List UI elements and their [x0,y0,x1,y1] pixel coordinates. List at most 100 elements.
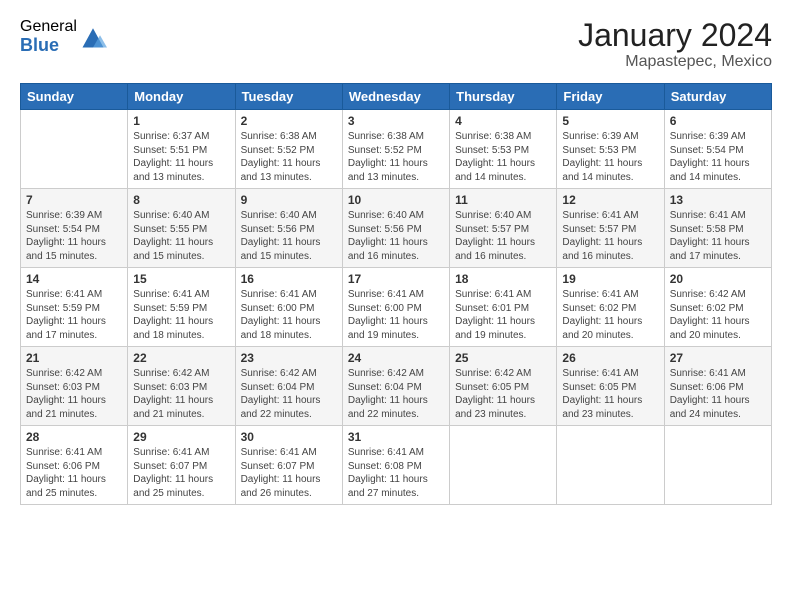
day-info: Sunrise: 6:42 AMSunset: 6:04 PMDaylight:… [241,367,337,421]
day-info: Sunrise: 6:41 AMSunset: 5:59 PMDaylight:… [26,288,122,342]
table-row: 31 Sunrise: 6:41 AMSunset: 6:08 PMDayligh… [342,426,449,505]
table-row: 6Sunrise: 6:39 AMSunset: 5:54 PMDaylight… [664,110,771,189]
col-tuesday: Tuesday [235,84,342,110]
day-number: 15 [133,272,229,286]
table-row: 3 Sunrise: 6:38 AMSunset: 5:52 PMDaylight… [342,110,449,189]
table-row: 23 Sunrise: 6:42 AMSunset: 6:04 PMDayligh… [235,347,342,426]
day-number: 7 [26,193,122,207]
day-info: Sunrise: 6:38 AMSunset: 5:53 PMDaylight:… [455,130,551,184]
col-friday: Friday [557,84,664,110]
logo-blue: Blue [20,36,77,56]
col-monday: Monday [128,84,235,110]
calendar-week-5: 28 Sunrise: 6:41 AMSunset: 6:06 PMDayligh… [21,426,772,505]
day-info: Sunrise: 6:42 AMSunset: 6:03 PMDaylight:… [133,367,229,421]
table-row: 14Sunrise: 6:41 AMSunset: 5:59 PMDayligh… [21,268,128,347]
day-number: 11 [455,193,551,207]
day-number: 16 [241,272,337,286]
table-row: 21 Sunrise: 6:42 AMSunset: 6:03 PMDayligh… [21,347,128,426]
table-row: 9 Sunrise: 6:40 AMSunset: 5:56 PMDaylight… [235,189,342,268]
day-info: Sunrise: 6:41 AMSunset: 6:06 PMDaylight:… [26,446,122,500]
day-info: Sunrise: 6:41 AMSunset: 5:58 PMDaylight:… [670,209,766,263]
table-row [557,426,664,505]
header: General Blue January 2024 Mapastepec, Me… [20,18,772,71]
day-number: 5 [562,114,658,128]
day-number: 29 [133,430,229,444]
day-info: Sunrise: 6:41 AMSunset: 6:07 PMDaylight:… [241,446,337,500]
table-row: 28 Sunrise: 6:41 AMSunset: 6:06 PMDayligh… [21,426,128,505]
day-number: 28 [26,430,122,444]
table-row: 17Sunrise: 6:41 AMSunset: 6:00 PMDayligh… [342,268,449,347]
calendar-week-1: 1 Sunrise: 6:37 AMSunset: 5:51 PMDaylight… [21,110,772,189]
day-number: 6 [670,114,766,128]
day-number: 19 [562,272,658,286]
day-info: Sunrise: 6:41 AMSunset: 6:05 PMDaylight:… [562,367,658,421]
page: General Blue January 2024 Mapastepec, Me… [0,0,792,515]
day-number: 24 [348,351,444,365]
day-number: 20 [670,272,766,286]
day-number: 4 [455,114,551,128]
table-row: 4 Sunrise: 6:38 AMSunset: 5:53 PMDaylight… [450,110,557,189]
day-info: Sunrise: 6:39 AMSunset: 5:54 PMDaylight:… [26,209,122,263]
day-info: Sunrise: 6:42 AMSunset: 6:02 PMDaylight:… [670,288,766,342]
day-number: 21 [26,351,122,365]
day-info: Sunrise: 6:41 AMSunset: 6:08 PMDaylight:… [348,446,444,500]
day-number: 26 [562,351,658,365]
calendar-table: Sunday Monday Tuesday Wednesday Thursday… [20,83,772,505]
table-row [664,426,771,505]
logo: General Blue [20,18,107,55]
day-number: 9 [241,193,337,207]
day-info: Sunrise: 6:41 AMSunset: 6:02 PMDaylight:… [562,288,658,342]
day-number: 2 [241,114,337,128]
table-row: 26 Sunrise: 6:41 AMSunset: 6:05 PMDayligh… [557,347,664,426]
table-row: 20 Sunrise: 6:42 AMSunset: 6:02 PMDayligh… [664,268,771,347]
day-number: 31 [348,430,444,444]
day-info: Sunrise: 6:41 AMSunset: 6:00 PMDaylight:… [241,288,337,342]
day-info: Sunrise: 6:37 AMSunset: 5:51 PMDaylight:… [133,130,229,184]
day-number: 30 [241,430,337,444]
day-info: Sunrise: 6:42 AMSunset: 6:04 PMDaylight:… [348,367,444,421]
table-row: 24 Sunrise: 6:42 AMSunset: 6:04 PMDayligh… [342,347,449,426]
table-row: 13Sunrise: 6:41 AMSunset: 5:58 PMDayligh… [664,189,771,268]
day-info: Sunrise: 6:39 AMSunset: 5:53 PMDaylight:… [562,130,658,184]
day-number: 18 [455,272,551,286]
calendar-header-row: Sunday Monday Tuesday Wednesday Thursday… [21,84,772,110]
day-info: Sunrise: 6:40 AMSunset: 5:55 PMDaylight:… [133,209,229,263]
table-row: 29Sunrise: 6:41 AMSunset: 6:07 PMDayligh… [128,426,235,505]
location-subtitle: Mapastepec, Mexico [578,53,772,71]
day-info: Sunrise: 6:41 AMSunset: 5:59 PMDaylight:… [133,288,229,342]
table-row: 10Sunrise: 6:40 AMSunset: 5:56 PMDayligh… [342,189,449,268]
table-row: 25 Sunrise: 6:42 AMSunset: 6:05 PMDayligh… [450,347,557,426]
col-sunday: Sunday [21,84,128,110]
day-number: 23 [241,351,337,365]
day-number: 25 [455,351,551,365]
day-info: Sunrise: 6:40 AMSunset: 5:57 PMDaylight:… [455,209,551,263]
col-saturday: Saturday [664,84,771,110]
day-number: 22 [133,351,229,365]
table-row [21,110,128,189]
logo-general: General [20,18,77,36]
day-info: Sunrise: 6:38 AMSunset: 5:52 PMDaylight:… [348,130,444,184]
day-info: Sunrise: 6:42 AMSunset: 6:05 PMDaylight:… [455,367,551,421]
table-row: 2 Sunrise: 6:38 AMSunset: 5:52 PMDaylight… [235,110,342,189]
table-row: 7 Sunrise: 6:39 AMSunset: 5:54 PMDaylight… [21,189,128,268]
table-row: 30 Sunrise: 6:41 AMSunset: 6:07 PMDayligh… [235,426,342,505]
day-info: Sunrise: 6:38 AMSunset: 5:52 PMDaylight:… [241,130,337,184]
day-info: Sunrise: 6:41 AMSunset: 5:57 PMDaylight:… [562,209,658,263]
day-number: 3 [348,114,444,128]
day-number: 8 [133,193,229,207]
logo-icon [79,23,107,51]
day-number: 1 [133,114,229,128]
table-row: 8 Sunrise: 6:40 AMSunset: 5:55 PMDaylight… [128,189,235,268]
day-info: Sunrise: 6:42 AMSunset: 6:03 PMDaylight:… [26,367,122,421]
col-wednesday: Wednesday [342,84,449,110]
calendar-week-4: 21 Sunrise: 6:42 AMSunset: 6:03 PMDayligh… [21,347,772,426]
day-info: Sunrise: 6:41 AMSunset: 6:06 PMDaylight:… [670,367,766,421]
day-number: 27 [670,351,766,365]
day-info: Sunrise: 6:41 AMSunset: 6:00 PMDaylight:… [348,288,444,342]
table-row [450,426,557,505]
day-info: Sunrise: 6:40 AMSunset: 5:56 PMDaylight:… [241,209,337,263]
day-number: 10 [348,193,444,207]
table-row: 27 Sunrise: 6:41 AMSunset: 6:06 PMDayligh… [664,347,771,426]
table-row: 16 Sunrise: 6:41 AMSunset: 6:00 PMDayligh… [235,268,342,347]
table-row: 5 Sunrise: 6:39 AMSunset: 5:53 PMDaylight… [557,110,664,189]
